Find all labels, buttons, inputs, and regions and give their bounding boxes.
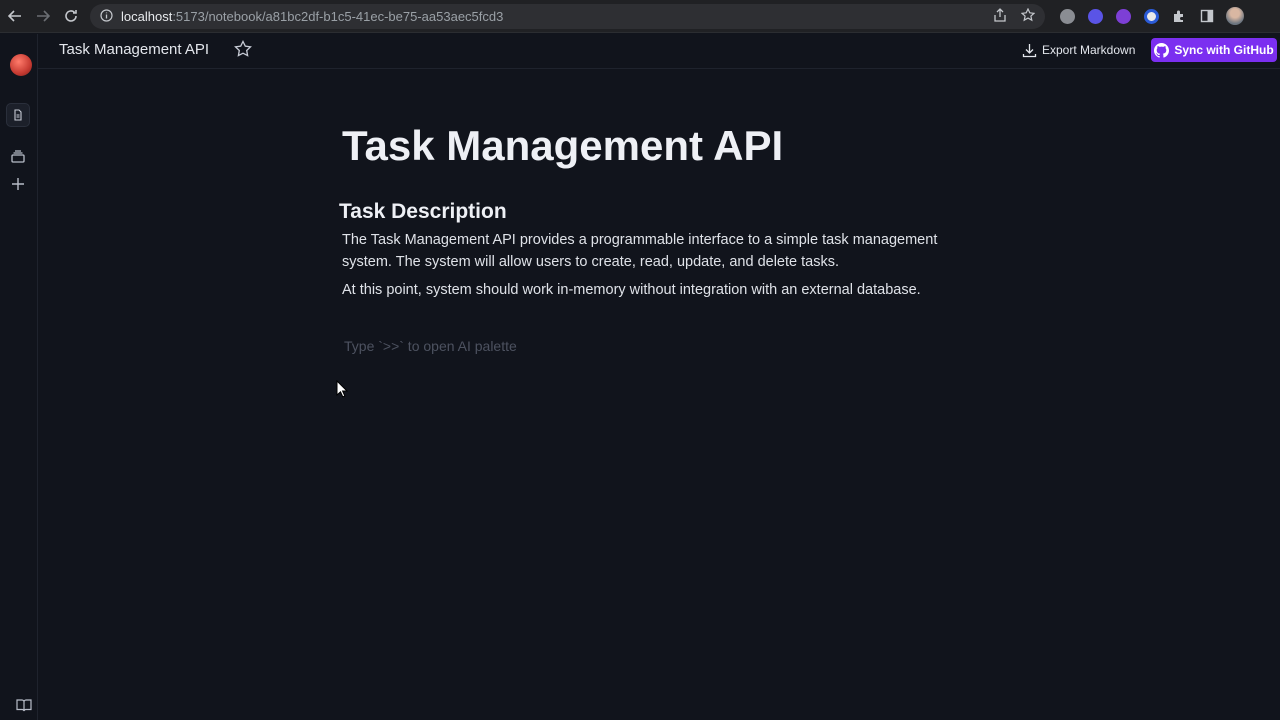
back-icon[interactable] [1, 2, 29, 30]
github-icon [1154, 42, 1170, 58]
download-icon [1022, 43, 1037, 57]
page-doc-icon[interactable] [6, 103, 30, 127]
forward-icon[interactable] [29, 2, 57, 30]
app-logo-icon[interactable] [10, 54, 32, 76]
profile-avatar-icon[interactable] [1224, 5, 1246, 27]
add-plus-icon[interactable] [6, 172, 30, 196]
app-sidebar [0, 34, 38, 720]
notebook-title: Task Management API [59, 41, 210, 58]
section-heading[interactable]: Task Description [339, 200, 507, 224]
bookmark-star-icon[interactable] [1020, 7, 1036, 25]
site-info-icon[interactable] [100, 8, 113, 25]
extension-sun-icon[interactable] [1084, 5, 1106, 27]
extension-password-icon[interactable] [1140, 5, 1162, 27]
mouse-pointer-icon [336, 380, 348, 398]
stack-layers-icon[interactable] [6, 144, 30, 168]
extension-g-icon[interactable] [1056, 5, 1078, 27]
extensions-puzzle-icon[interactable] [1168, 5, 1190, 27]
sync-github-label: Sync with GitHub [1174, 43, 1274, 57]
url-host: localhost [121, 9, 173, 24]
export-markdown-button[interactable]: Export Markdown [1022, 39, 1135, 61]
export-markdown-label: Export Markdown [1042, 43, 1136, 57]
favorite-star-icon[interactable] [234, 40, 252, 58]
paragraph[interactable]: At this point, system should work in-mem… [342, 279, 962, 301]
address-bar[interactable]: localhost:5173/notebook/a81bc2df-b1c5-41… [90, 4, 1045, 29]
share-icon[interactable] [993, 8, 1007, 25]
url-path: :5173/notebook/a81bc2df-b1c5-41ec-be75-a… [172, 9, 504, 24]
page-title[interactable]: Task Management API [342, 122, 783, 170]
book-icon[interactable] [16, 698, 32, 712]
browser-toolbar: localhost:5173/notebook/a81bc2df-b1c5-41… [0, 0, 1280, 33]
reload-icon[interactable] [57, 2, 85, 30]
extension-swirl-icon[interactable] [1112, 5, 1134, 27]
sync-github-button[interactable]: Sync with GitHub [1151, 38, 1277, 62]
notebook-header: Task Management API Export Markdown Sync… [38, 34, 1280, 69]
editor-placeholder[interactable]: Type `>>` to open AI palette [344, 338, 517, 354]
side-panel-icon[interactable] [1196, 5, 1218, 27]
paragraph[interactable]: The Task Management API provides a progr… [342, 229, 962, 273]
